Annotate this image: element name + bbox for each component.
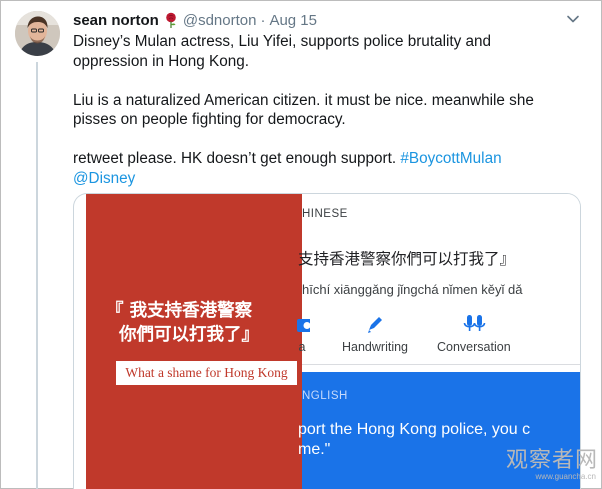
watermark: 观察者网 www.guancha.cn bbox=[502, 442, 598, 486]
avatar-photo bbox=[15, 11, 60, 56]
slogan-caption: What a shame for Hong Kong bbox=[116, 361, 297, 385]
display-name[interactable]: sean norton bbox=[73, 12, 159, 29]
conversation-tool: Conversation bbox=[437, 314, 511, 354]
pen-icon bbox=[368, 317, 382, 333]
user-handle[interactable]: @sdnorton bbox=[183, 12, 257, 29]
input-tools: a Handwriting Conversation bbox=[297, 314, 580, 359]
tweet-line: oppression in Hong Kong. bbox=[73, 52, 250, 70]
slogan-image: 『 我支持香港警察 你們可以打我了』 What a shame for Hong… bbox=[86, 194, 302, 489]
hashtag-link[interactable]: #BoycottMulan bbox=[400, 150, 501, 167]
separator-dot: · bbox=[260, 11, 266, 29]
watermark-logo: 观察者网 bbox=[505, 448, 598, 473]
source-text: 支持香港警察你們可以打我了』 bbox=[298, 250, 516, 268]
tweet-line-mention: @Disney bbox=[73, 169, 573, 189]
handwriting-tool-label: Handwriting bbox=[342, 340, 409, 354]
tweet-line: pisses on people fighting for democracy. bbox=[73, 111, 346, 128]
handwriting-tool: Handwriting bbox=[342, 314, 408, 354]
translation-line: port the Hong Kong police, you c bbox=[298, 421, 531, 438]
conversation-tool-label: Conversation bbox=[437, 340, 511, 354]
tweet-date[interactable]: Aug 15 bbox=[269, 12, 317, 29]
thread-line bbox=[36, 62, 38, 489]
translation-text: port the Hong Kong police, you c me." bbox=[298, 420, 530, 460]
camera-tool: a bbox=[296, 314, 310, 354]
pinyin-text: hīchí xiānggǎng jǐngchá nǐmen kěyǐ dǎ bbox=[302, 282, 523, 297]
camera-tool-label: a bbox=[298, 340, 306, 354]
tweet-header: sean norton @sdnorton · Aug 15 bbox=[73, 10, 317, 30]
tweet-line-with-hashtag: retweet please. HK doesn’t get enough su… bbox=[73, 149, 573, 169]
tweet-body: Disney’s Mulan actress, Liu Yifei, suppo… bbox=[73, 32, 573, 188]
tweet-line: Disney’s Mulan actress, Liu Yifei, suppo… bbox=[73, 33, 492, 50]
translation-line: me." bbox=[298, 441, 331, 458]
tweet-line-text: retweet please. HK doesn’t get enough su… bbox=[73, 150, 401, 167]
watermark-url: www.guancha.cn bbox=[535, 472, 596, 481]
avatar[interactable] bbox=[15, 11, 60, 56]
rose-emoji-icon bbox=[166, 12, 176, 28]
slogan-line: 『 我支持香港警察 bbox=[106, 301, 253, 321]
slogan-line: 你們可以打我了』 bbox=[119, 325, 259, 345]
camera-icon bbox=[297, 319, 310, 332]
target-language-label: NGLISH bbox=[302, 390, 348, 402]
caret-down-icon[interactable] bbox=[566, 14, 580, 24]
source-language-label: HINESE bbox=[302, 208, 348, 220]
tweet-line: Liu is a naturalized American citizen. i… bbox=[73, 91, 534, 109]
microphone-icon bbox=[463, 315, 486, 331]
divider bbox=[302, 364, 580, 365]
mention-link[interactable]: @Disney bbox=[73, 170, 135, 187]
